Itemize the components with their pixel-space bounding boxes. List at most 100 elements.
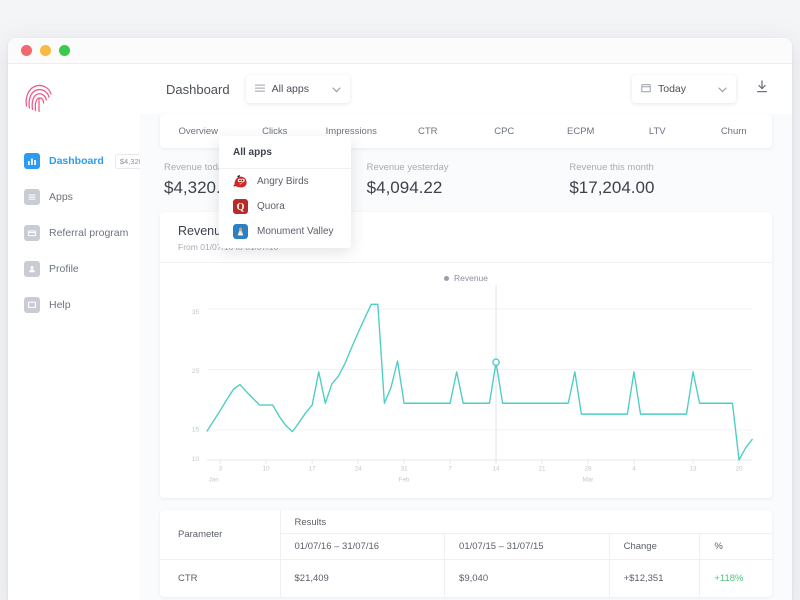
app-select-label: All apps	[271, 83, 309, 95]
window-body: Dashboard $4,320 Apps Referral program P…	[8, 64, 792, 600]
calendar-icon	[641, 80, 651, 98]
svg-text:4: 4	[632, 466, 636, 473]
table-header-row: Parameter Results	[160, 510, 772, 560]
table-cell-percent: +118%	[699, 559, 772, 597]
table-subheader-change: Change	[609, 533, 701, 560]
app-select-dropdown: All apps Angry Birds Q Quora Monument Va…	[219, 136, 351, 248]
chevron-down-icon	[718, 80, 727, 98]
svg-text:28: 28	[584, 466, 592, 473]
tab-impressions[interactable]: Impressions	[313, 126, 390, 137]
window-minimize-button[interactable]	[40, 45, 51, 56]
table-cell-current: $21,409	[280, 559, 446, 597]
sidebar-item-label: Apps	[49, 191, 73, 203]
app-window: Dashboard $4,320 Apps Referral program P…	[8, 38, 792, 600]
stat-value: $17,204.00	[569, 178, 655, 197]
tab-ecpm[interactable]: ECPM	[543, 126, 620, 137]
table-subheader-previous: 01/07/15 – 31/07/15	[444, 533, 610, 560]
svg-text:10: 10	[263, 466, 271, 473]
tab-churn[interactable]: Churn	[696, 126, 773, 137]
svg-text:35: 35	[192, 309, 200, 316]
chart-labels-layer: 1015253531017243171421284132027JanFebMar	[192, 309, 744, 483]
table-subheader-current: 01/07/16 – 31/07/16	[280, 533, 446, 560]
table-header-parameter: Parameter	[160, 510, 281, 560]
dropdown-item-label: Angry Birds	[257, 176, 309, 187]
monument-valley-icon	[233, 224, 248, 239]
table-subheader-percent: %	[714, 541, 723, 552]
stat-revenue-yesterday: Revenue yesterday $4,094.22	[367, 162, 570, 198]
svg-text:Feb: Feb	[399, 476, 410, 483]
quora-icon: Q	[233, 199, 248, 214]
chat-icon	[24, 297, 40, 313]
svg-text:21: 21	[538, 466, 546, 473]
revenue-card: Revenue + From 01/07/16 to 31/07/16 Reve…	[160, 212, 772, 498]
stat-revenue-this-month: Revenue this month $17,204.00	[569, 162, 772, 198]
chevron-down-icon	[332, 80, 341, 98]
svg-text:10: 10	[192, 456, 200, 463]
fingerprint-logo	[24, 84, 54, 118]
download-button[interactable]	[752, 76, 772, 102]
window-titlebar	[8, 38, 792, 64]
sidebar-item-dashboard[interactable]: Dashboard $4,320	[8, 146, 148, 176]
tab-ltv[interactable]: LTV	[619, 126, 696, 137]
window-close-button[interactable]	[21, 45, 32, 56]
svg-text:3: 3	[218, 466, 222, 473]
angry-birds-icon	[233, 174, 248, 189]
table-cell-previous: $9,040	[444, 559, 610, 597]
tab-ctr[interactable]: CTR	[390, 126, 467, 137]
chart-legend: Revenue	[174, 271, 758, 285]
list-lines-icon	[254, 80, 265, 98]
dropdown-item-monument-valley[interactable]: Monument Valley	[219, 219, 351, 244]
stat-label: Revenue this month	[569, 162, 654, 173]
svg-text:Q: Q	[237, 202, 245, 213]
date-range-select[interactable]: Today	[632, 75, 736, 103]
svg-text:20: 20	[736, 466, 744, 473]
window-maximize-button[interactable]	[59, 45, 70, 56]
sidebar-item-label: Profile	[49, 263, 79, 275]
svg-text:7: 7	[448, 466, 452, 473]
table-cell-change: +$12,351	[609, 559, 701, 597]
sidebar-item-label: Help	[49, 299, 71, 311]
table-row: CTR $21,409 $9,040 +$12,351 +118%	[160, 559, 772, 597]
tab-cpc[interactable]: CPC	[466, 126, 543, 137]
svg-text:14: 14	[493, 466, 501, 473]
main-area: Dashboard All apps Today Overview Clicks…	[140, 64, 792, 600]
dropdown-item-label: Monument Valley	[257, 226, 334, 237]
dropdown-item-angry-birds[interactable]: Angry Birds	[219, 169, 351, 194]
app-select[interactable]: All apps	[245, 75, 350, 103]
svg-text:24: 24	[355, 466, 363, 473]
dropdown-item-quora[interactable]: Q Quora	[219, 194, 351, 219]
svg-text:25: 25	[192, 368, 200, 375]
svg-text:Mar: Mar	[583, 476, 594, 483]
sidebar-item-profile[interactable]: Profile	[8, 254, 140, 284]
stat-value: $4,094.22	[366, 178, 443, 197]
sidebar-item-label: Referral program	[49, 227, 129, 239]
legend-dot-icon	[443, 275, 449, 281]
download-icon	[756, 80, 768, 98]
topbar: Dashboard All apps Today	[140, 64, 792, 114]
tab-overview[interactable]: Overview	[160, 126, 237, 137]
list-icon	[24, 189, 40, 205]
svg-text:17: 17	[309, 466, 317, 473]
page-title: Dashboard	[166, 81, 230, 97]
chart-bars-icon	[24, 153, 40, 169]
card-icon	[24, 225, 40, 241]
svg-text:15: 15	[192, 427, 200, 434]
sidebar-item-referral-program[interactable]: Referral program	[8, 218, 140, 248]
results-table-card: Parameter Results 01/07/16 – 31/07/16 01…	[160, 510, 772, 597]
tab-clicks[interactable]: Clicks	[237, 126, 314, 137]
sidebar: Dashboard $4,320 Apps Referral program P…	[8, 64, 148, 600]
legend-label: Revenue	[453, 273, 489, 283]
date-range-label: Today	[658, 83, 687, 95]
sidebar-item-apps[interactable]: Apps	[8, 182, 140, 212]
stat-label: Revenue yesterday	[366, 162, 449, 173]
table-cell-parameter: CTR	[160, 559, 281, 597]
svg-text:Jan: Jan	[209, 476, 220, 483]
revenue-chart: Revenue 1015253531017243171421284132027J…	[160, 263, 772, 498]
svg-text:31: 31	[401, 466, 409, 473]
table-header-results: Results	[280, 510, 772, 534]
svg-text:13: 13	[690, 466, 698, 473]
dropdown-header: All apps	[219, 136, 351, 169]
sidebar-item-label: Dashboard	[49, 155, 104, 167]
sidebar-item-help[interactable]: Help	[8, 290, 140, 320]
dropdown-item-label: Quora	[257, 201, 285, 212]
